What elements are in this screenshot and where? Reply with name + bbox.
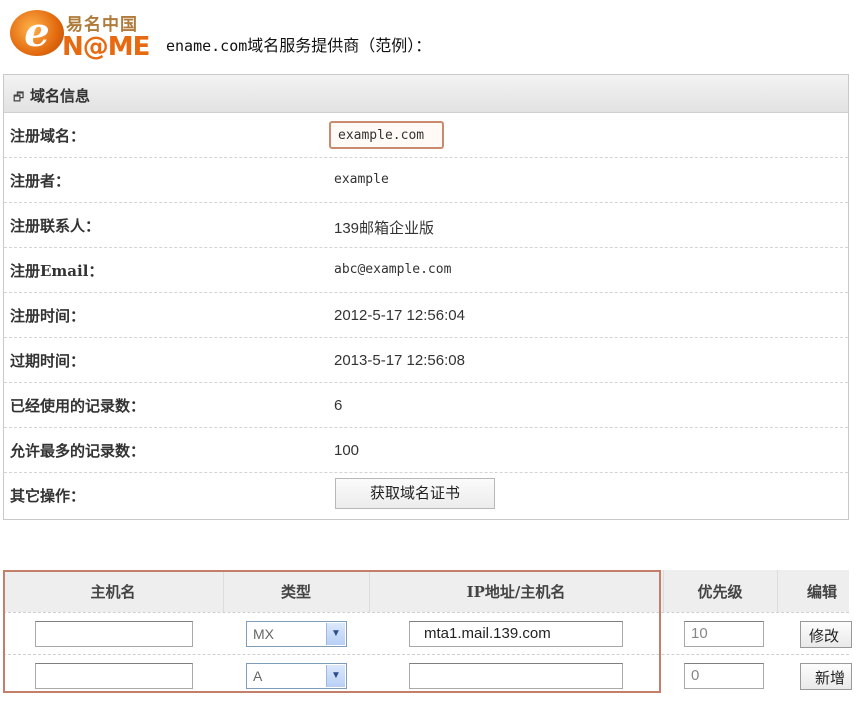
- page-header: e 易名中国 N@ME ename.com域名服务提供商（范例）：: [0, 0, 865, 68]
- header-host: 主机名: [90, 583, 136, 601]
- type-select-value: MX: [253, 626, 274, 642]
- row-value: abc@example.com: [334, 262, 452, 277]
- dns-records-table: 主机名 类型 IP地址/主机名 优先级 编辑 MX ▼ mta1.mail.13…: [3, 570, 861, 695]
- get-certificate-button[interactable]: 获取域名证书: [335, 478, 495, 509]
- table-row: A ▼ 0 新增: [3, 654, 852, 696]
- logo-name-text: N@ME: [62, 32, 150, 62]
- row-other-actions: 其它操作： 获取域名证书: [4, 473, 848, 518]
- domain-value-box: example.com: [329, 121, 444, 149]
- address-input[interactable]: [409, 663, 623, 689]
- priority-input[interactable]: 0: [684, 663, 764, 689]
- row-value: example.com: [338, 128, 425, 143]
- header-address: IP地址/主机名: [466, 583, 566, 601]
- row-value: 100: [334, 442, 360, 459]
- row-records-max: 允许最多的记录数： 100: [4, 428, 848, 473]
- row-expiry-time: 过期时间： 2013-5-17 12:56:08: [4, 338, 848, 383]
- page-title: ename.com域名服务提供商（范例）：: [166, 32, 431, 56]
- header-priority: 优先级: [697, 583, 743, 601]
- row-label: 允许最多的记录数：: [10, 442, 146, 460]
- host-input[interactable]: [35, 621, 193, 647]
- ename-logo: e 易名中国 N@ME: [6, 6, 154, 62]
- row-label: 已经使用的记录数：: [10, 397, 146, 415]
- row-value: 139邮箱企业版: [334, 220, 435, 237]
- row-label: 注册域名：: [10, 127, 86, 145]
- row-label: 注册者：: [10, 172, 71, 190]
- title-domain: ename.com: [166, 37, 248, 55]
- row-label: 注册时间：: [10, 307, 86, 325]
- row-value: 2013-5-17 12:56:08: [334, 352, 465, 369]
- modify-button[interactable]: 修改: [800, 621, 852, 648]
- row-registrant: 注册者： example: [4, 158, 848, 203]
- header-edit: 编辑: [807, 583, 838, 601]
- chevron-down-icon[interactable]: ▼: [326, 665, 345, 687]
- priority-input[interactable]: 10: [684, 621, 764, 647]
- row-value: example: [334, 172, 389, 187]
- row-value: 2012-5-17 12:56:04: [334, 307, 465, 324]
- host-input[interactable]: [35, 663, 193, 689]
- row-label: 其它操作：: [10, 487, 86, 505]
- table-row: MX ▼ mta1.mail.139.com 10 修改: [3, 612, 852, 654]
- chevron-down-icon[interactable]: ▼: [326, 623, 345, 645]
- address-input[interactable]: mta1.mail.139.com: [409, 621, 623, 647]
- domain-info-panel: 🗗 域名信息 注册域名： example.com 注册者： example 注册…: [3, 74, 849, 520]
- logo-e-mark: e: [10, 10, 64, 56]
- type-select-value: A: [253, 668, 263, 684]
- row-domain: 注册域名： example.com: [4, 113, 848, 158]
- panel-title: 域名信息: [30, 87, 91, 105]
- row-label: 过期时间：: [10, 352, 86, 370]
- type-select[interactable]: MX ▼: [246, 621, 347, 647]
- row-label: 注册Email：: [10, 262, 104, 280]
- table-header: 主机名 类型 IP地址/主机名 优先级 编辑: [3, 570, 849, 612]
- window-icon: 🗗: [13, 90, 25, 104]
- add-button[interactable]: 新增: [800, 663, 852, 690]
- row-value: 6: [334, 397, 343, 414]
- row-email: 注册Email： abc@example.com: [4, 248, 848, 293]
- row-records-used: 已经使用的记录数： 6: [4, 383, 848, 428]
- row-label: 注册联系人：: [10, 217, 101, 235]
- title-text: 域名服务提供商（范例）：: [247, 36, 432, 55]
- type-select[interactable]: A ▼: [246, 663, 347, 689]
- panel-header: 🗗 域名信息: [4, 75, 848, 113]
- row-registered-time: 注册时间： 2012-5-17 12:56:04: [4, 293, 848, 338]
- header-type: 类型: [280, 583, 311, 601]
- row-contact: 注册联系人： 139邮箱企业版: [4, 203, 848, 248]
